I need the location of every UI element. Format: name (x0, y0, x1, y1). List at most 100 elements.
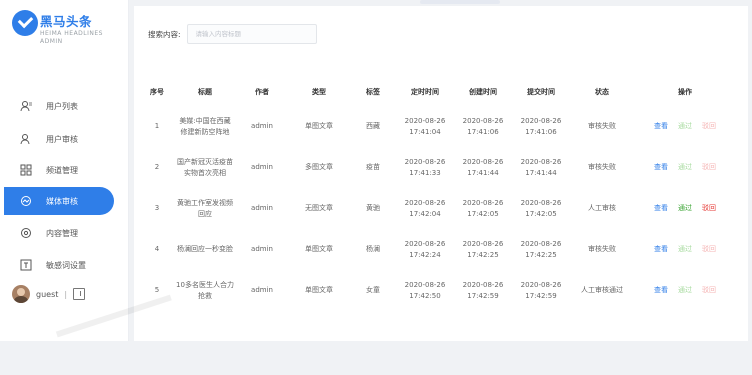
cell-actions: 查看 通过 驳回 (634, 188, 736, 229)
cell-scheduled: 2020-08-26 17:42:04 (404, 198, 446, 218)
cell-no: 1 (154, 122, 160, 130)
cell-tag: 西藏 (366, 122, 380, 130)
sidebar: 黑马头条 HEIMA HEADLINES ADMIN 用户列表 用户审核 频道管… (0, 0, 129, 341)
cell-title: 黄驰工作室发视频回应 (177, 198, 233, 218)
cell-submitted: 2020-08-26 17:41:44 (520, 157, 562, 177)
cell-author: admin (251, 286, 273, 294)
avatar[interactable] (12, 285, 30, 303)
sidebar-item-label: 频道管理 (46, 165, 78, 175)
pass-button[interactable]: 通过 (678, 121, 692, 132)
sidebar-item-sensitive-words[interactable]: 敏感词设置 (0, 251, 118, 279)
sidebar-item-label: 内容管理 (46, 228, 78, 238)
header-submitted: 提交时间 (527, 88, 555, 96)
cell-tag: 杨澜 (366, 245, 380, 253)
cell-created: 2020-08-26 17:42:59 (462, 280, 504, 300)
logo-subtitle: HEIMA HEADLINES ADMIN (40, 30, 103, 45)
search-label: 搜索内容: (148, 29, 181, 39)
sidebar-item-label: 用户列表 (46, 101, 78, 111)
reject-button[interactable]: 驳回 (702, 244, 716, 255)
cell-author: admin (251, 163, 273, 171)
cell-type: 多图文章 (305, 163, 333, 171)
header-actions: 操作 (678, 88, 692, 96)
user-list-icon (19, 99, 33, 113)
logo[interactable]: 黑马头条 HEIMA HEADLINES ADMIN (12, 10, 124, 56)
logo-icon (12, 10, 38, 36)
cell-actions: 查看 通过 驳回 (634, 270, 736, 311)
channel-icon (19, 163, 33, 177)
cell-no: 2 (154, 163, 160, 171)
header-no: 序号 (150, 88, 164, 96)
pass-button[interactable]: 通过 (678, 244, 692, 255)
cell-tag: 黄驰 (366, 204, 380, 212)
top-decoration (420, 0, 500, 4)
table-row: 3 黄驰工作室发视频回应 admin 无图文章 黄驰 2020-08-26 17:42:0… (140, 188, 736, 229)
cell-scheduled: 2020-08-26 17:41:04 (404, 116, 446, 136)
cell-tag: 疫苗 (366, 163, 380, 171)
username: guest (36, 289, 59, 299)
view-button[interactable]: 查看 (654, 244, 668, 255)
pass-button[interactable]: 通过 (678, 285, 692, 296)
sidebar-item-media-audit[interactable]: 媒体审核 (4, 187, 114, 215)
logout-icon[interactable] (73, 288, 86, 300)
reject-button[interactable]: 驳回 (702, 203, 716, 214)
cell-type: 单图文章 (305, 122, 333, 130)
cell-title: 10多名医生人合力抢救 (176, 280, 234, 300)
reject-button[interactable]: 驳回 (702, 162, 716, 173)
cell-tag: 女童 (366, 286, 380, 294)
user-audit-icon (19, 132, 33, 146)
cell-title: 杨澜回应一秒变脸 (177, 245, 233, 253)
cell-author: admin (251, 245, 273, 253)
cell-actions: 查看 通过 驳回 (634, 106, 736, 147)
logo-title: 黑马头条 (40, 14, 93, 29)
view-button[interactable]: 查看 (654, 121, 668, 132)
view-button[interactable]: 查看 (654, 162, 668, 173)
sidebar-item-channel[interactable]: 频道管理 (0, 156, 118, 184)
sidebar-item-user-audit[interactable]: 用户审核 (0, 125, 118, 153)
sidebar-item-label: 媒体审核 (46, 196, 78, 206)
header-created: 创建时间 (469, 88, 497, 96)
cell-title: 国产新冠灭活疫苗实物首次亮相 (177, 157, 233, 177)
cell-submitted: 2020-08-26 17:42:05 (520, 198, 562, 218)
view-button[interactable]: 查看 (654, 285, 668, 296)
cell-created: 2020-08-26 17:42:05 (462, 198, 504, 218)
cell-scheduled: 2020-08-26 17:42:24 (404, 239, 446, 259)
cell-type: 单图文章 (305, 245, 333, 253)
table-row: 2 国产新冠灭活疫苗实物首次亮相 admin 多图文章 疫苗 2020-08-26 17:… (140, 147, 736, 188)
header-scheduled: 定时时间 (411, 88, 439, 96)
cell-author: admin (251, 122, 273, 130)
cell-title: 美媒:中国在西藏修建新防空阵地 (179, 116, 231, 136)
view-button[interactable]: 查看 (654, 203, 668, 214)
sidebar-item-user-list[interactable]: 用户列表 (0, 92, 118, 120)
sensitive-word-icon (19, 258, 33, 272)
cell-status: 人工审核 (588, 204, 616, 212)
table-row: 5 10多名医生人合力抢救 admin 单图文章 女童 2020-08-26 17:42:… (140, 270, 736, 311)
table-row: 1 美媒:中国在西藏修建新防空阵地 admin 单图文章 西藏 2020-08-26 17… (140, 106, 736, 147)
cell-submitted: 2020-08-26 17:42:59 (520, 280, 562, 300)
table-row: 4 杨澜回应一秒变脸 admin 单图文章 杨澜 2020-08-26 17:42:24 2… (140, 229, 736, 270)
reject-button[interactable]: 驳回 (702, 121, 716, 132)
cell-type: 无图文章 (305, 204, 333, 212)
cell-no: 3 (154, 204, 160, 212)
header-title: 标题 (198, 88, 212, 96)
search-bar: 搜索内容: (148, 24, 317, 44)
search-input[interactable] (186, 24, 317, 44)
sidebar-item-content[interactable]: 内容管理 (0, 219, 118, 247)
cell-scheduled: 2020-08-26 17:41:33 (404, 157, 446, 177)
cell-status: 审核失败 (588, 163, 616, 171)
cell-actions: 查看 通过 驳回 (634, 147, 736, 188)
header-author: 作者 (255, 88, 269, 96)
sidebar-item-label: 敏感词设置 (46, 260, 86, 270)
cell-scheduled: 2020-08-26 17:42:50 (404, 280, 446, 300)
header-status: 状态 (595, 88, 609, 96)
cell-status: 人工审核通过 (581, 286, 623, 294)
cell-submitted: 2020-08-26 17:41:06 (520, 116, 562, 136)
pass-button[interactable]: 通过 (678, 162, 692, 173)
cell-created: 2020-08-26 17:41:44 (462, 157, 504, 177)
header-type: 类型 (312, 88, 326, 96)
article-table: 序号 标题 作者 类型 标签 定时时间 创建时间 提交时间 状态 操作 1 美媒:… (140, 78, 736, 311)
cell-created: 2020-08-26 17:41:06 (462, 116, 504, 136)
cell-status: 审核失败 (588, 245, 616, 253)
reject-button[interactable]: 驳回 (702, 285, 716, 296)
cell-submitted: 2020-08-26 17:42:25 (520, 239, 562, 259)
pass-button[interactable]: 通过 (678, 203, 692, 214)
